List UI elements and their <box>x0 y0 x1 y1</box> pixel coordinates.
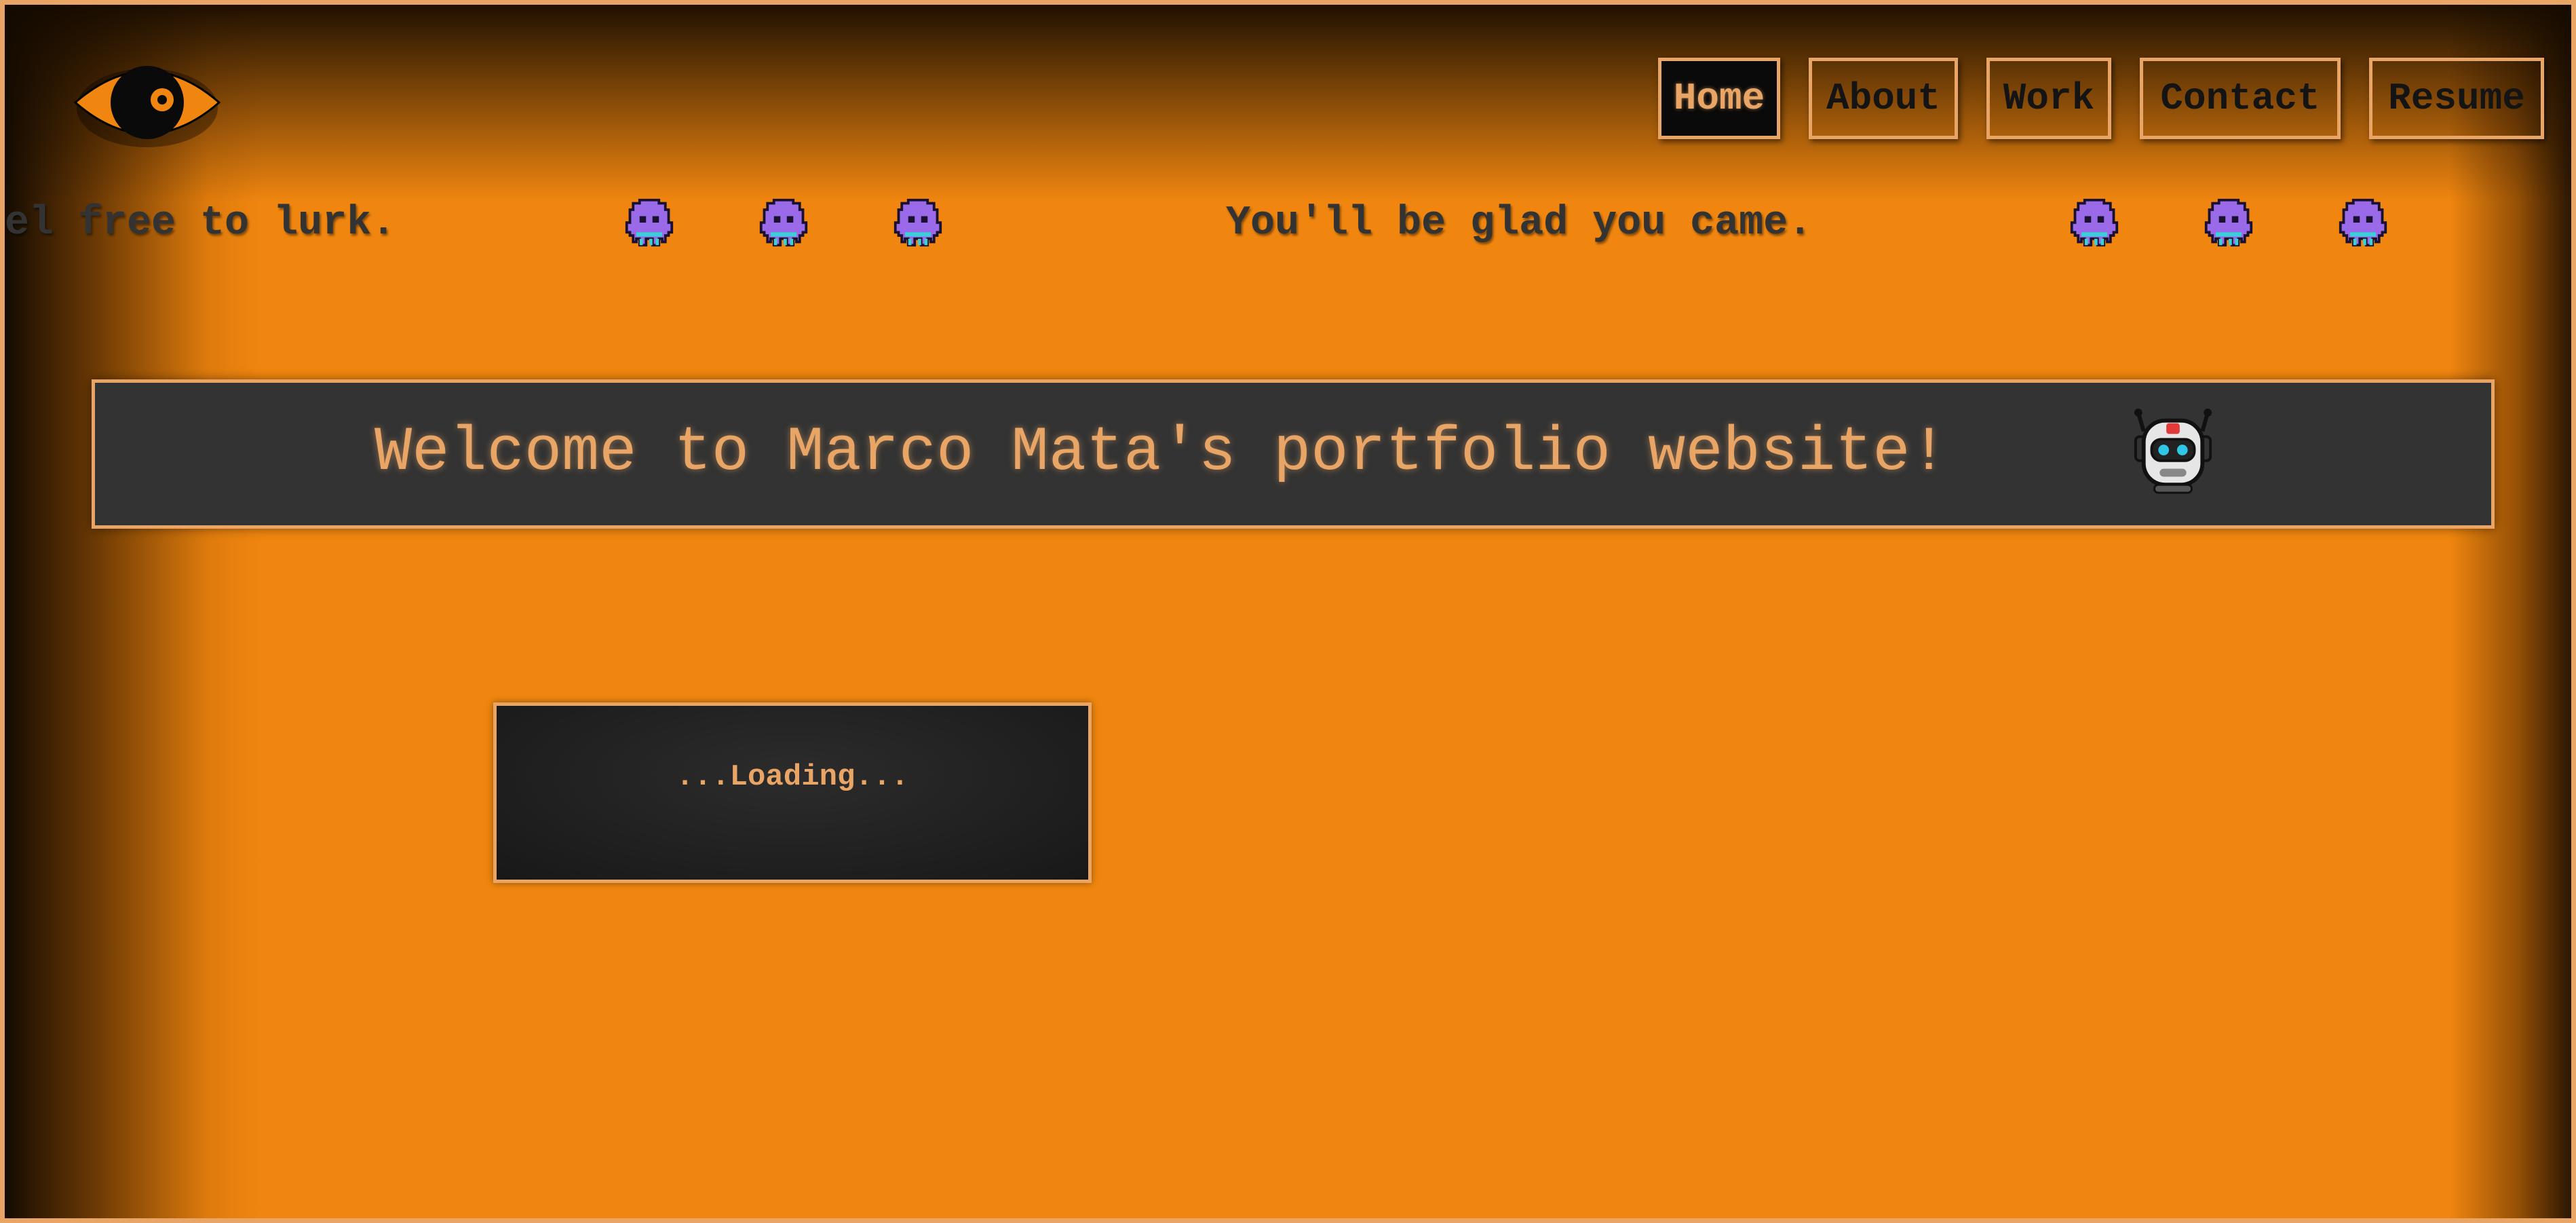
nav-home-button[interactable]: Home <box>1658 58 1780 139</box>
robot-icon <box>2130 407 2216 495</box>
eye-icon <box>73 66 221 147</box>
nav-work-button[interactable]: Work <box>1986 58 2111 139</box>
alien-monster-icon <box>758 196 809 249</box>
alien-monster-icon <box>2337 196 2389 249</box>
loading-text: ...Loading... <box>676 760 909 794</box>
alien-monster-icon <box>2069 196 2120 249</box>
marquee-text-glad: You'll be glad you came. <box>1226 200 1813 246</box>
page: Home About Work Contact Resume el free t… <box>0 0 2576 1223</box>
alien-monster-icon <box>2203 196 2254 249</box>
scrolling-marquee: el free to lurk. You'll be glad you came… <box>5 188 2571 263</box>
loading-panel: ...Loading... <box>493 702 1092 883</box>
marquee-text-lurk: el free to lurk. <box>5 200 396 246</box>
nav-about-button[interactable]: About <box>1809 58 1958 139</box>
welcome-title: Welcome to Marco Mata's portfolio websit… <box>374 417 1948 488</box>
eye-logo-icon[interactable] <box>73 54 222 155</box>
nav-contact-button[interactable]: Contact <box>2140 58 2341 139</box>
alien-monster-icon <box>892 196 944 249</box>
main-nav: Home About Work Contact Resume <box>1658 58 2544 139</box>
nav-resume-button[interactable]: Resume <box>2369 58 2544 139</box>
welcome-banner: Welcome to Marco Mata's portfolio websit… <box>92 379 2495 529</box>
alien-monster-icon <box>623 196 675 249</box>
